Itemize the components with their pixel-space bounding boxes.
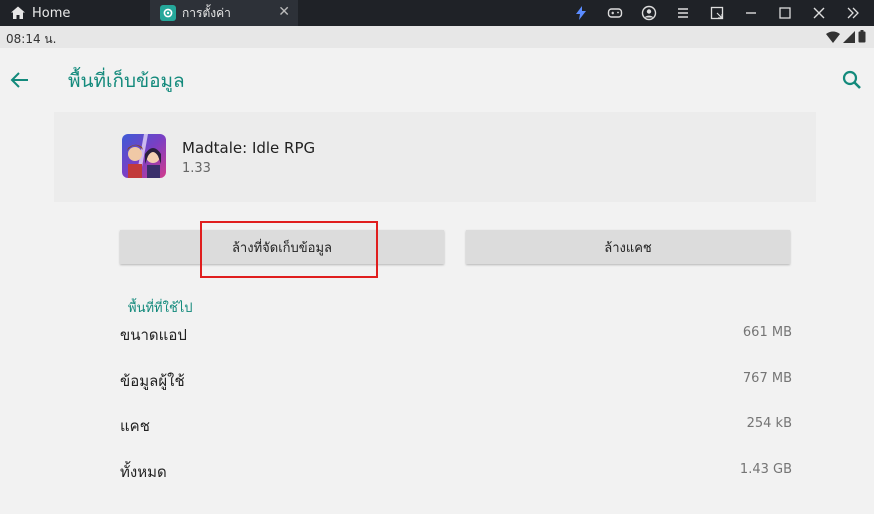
home-icon <box>11 6 25 19</box>
row-label: ทั้งหมด <box>120 463 167 481</box>
storage-section-label: พื้นที่ที่ใช้ไป <box>128 301 193 316</box>
row-value: 1.43 GB <box>739 462 792 477</box>
home-tab[interactable]: Home <box>10 0 70 26</box>
tab-label: การตั้งค่า <box>182 5 231 20</box>
window-controls <box>564 0 870 26</box>
row-label: แคช <box>120 417 150 435</box>
status-bar: 08:14 น. <box>0 26 874 48</box>
app-bar: พื้นที่เก็บข้อมูล <box>0 48 874 112</box>
bolt-icon[interactable] <box>564 0 598 26</box>
close-icon[interactable]: ✕ <box>278 4 290 20</box>
signal-icon <box>843 30 855 43</box>
maximize-icon[interactable] <box>768 0 802 26</box>
minimize-icon[interactable] <box>734 0 768 26</box>
status-time: 08:14 น. <box>6 32 57 46</box>
row-value: 767 MB <box>742 371 792 386</box>
settings-icon <box>160 5 176 21</box>
gamepad-icon[interactable] <box>598 0 632 26</box>
row-label: ขนาดแอป <box>120 326 187 344</box>
storage-row-user-data: ข้อมูลผู้ใช้ 767 MB <box>120 369 792 393</box>
app-name: Madtale: Idle RPG <box>182 139 316 157</box>
storage-row-app-size: ขนาดแอป 661 MB <box>120 323 792 347</box>
account-icon[interactable] <box>632 0 666 26</box>
home-label: Home <box>32 5 71 21</box>
window-close-icon[interactable] <box>802 0 836 26</box>
row-value: 661 MB <box>742 325 792 340</box>
tab-settings[interactable]: การตั้งค่า ✕ <box>150 0 298 26</box>
page-title: พื้นที่เก็บข้อมูล <box>68 70 185 92</box>
highlight-annotation <box>200 221 378 278</box>
row-label: ข้อมูลผู้ใช้ <box>120 372 185 390</box>
app-info-card: Madtale: Idle RPG 1.33 <box>54 112 816 202</box>
back-arrow-icon[interactable] <box>8 68 32 92</box>
screen-icon[interactable] <box>700 0 734 26</box>
app-icon <box>122 134 166 178</box>
window-titlebar: Home การตั้งค่า ✕ <box>0 0 874 26</box>
status-icons <box>826 30 866 43</box>
app-version: 1.33 <box>182 161 211 176</box>
row-value: 254 kB <box>746 416 792 431</box>
storage-row-cache: แคช 254 kB <box>120 414 792 438</box>
clear-cache-button[interactable]: ล้างแคช <box>466 230 790 264</box>
battery-icon <box>858 30 866 43</box>
menu-icon[interactable] <box>666 0 700 26</box>
chevrons-icon[interactable] <box>836 0 870 26</box>
wifi-icon <box>826 31 840 43</box>
search-icon[interactable] <box>840 68 864 92</box>
storage-row-total: ทั้งหมด 1.43 GB <box>120 460 792 484</box>
